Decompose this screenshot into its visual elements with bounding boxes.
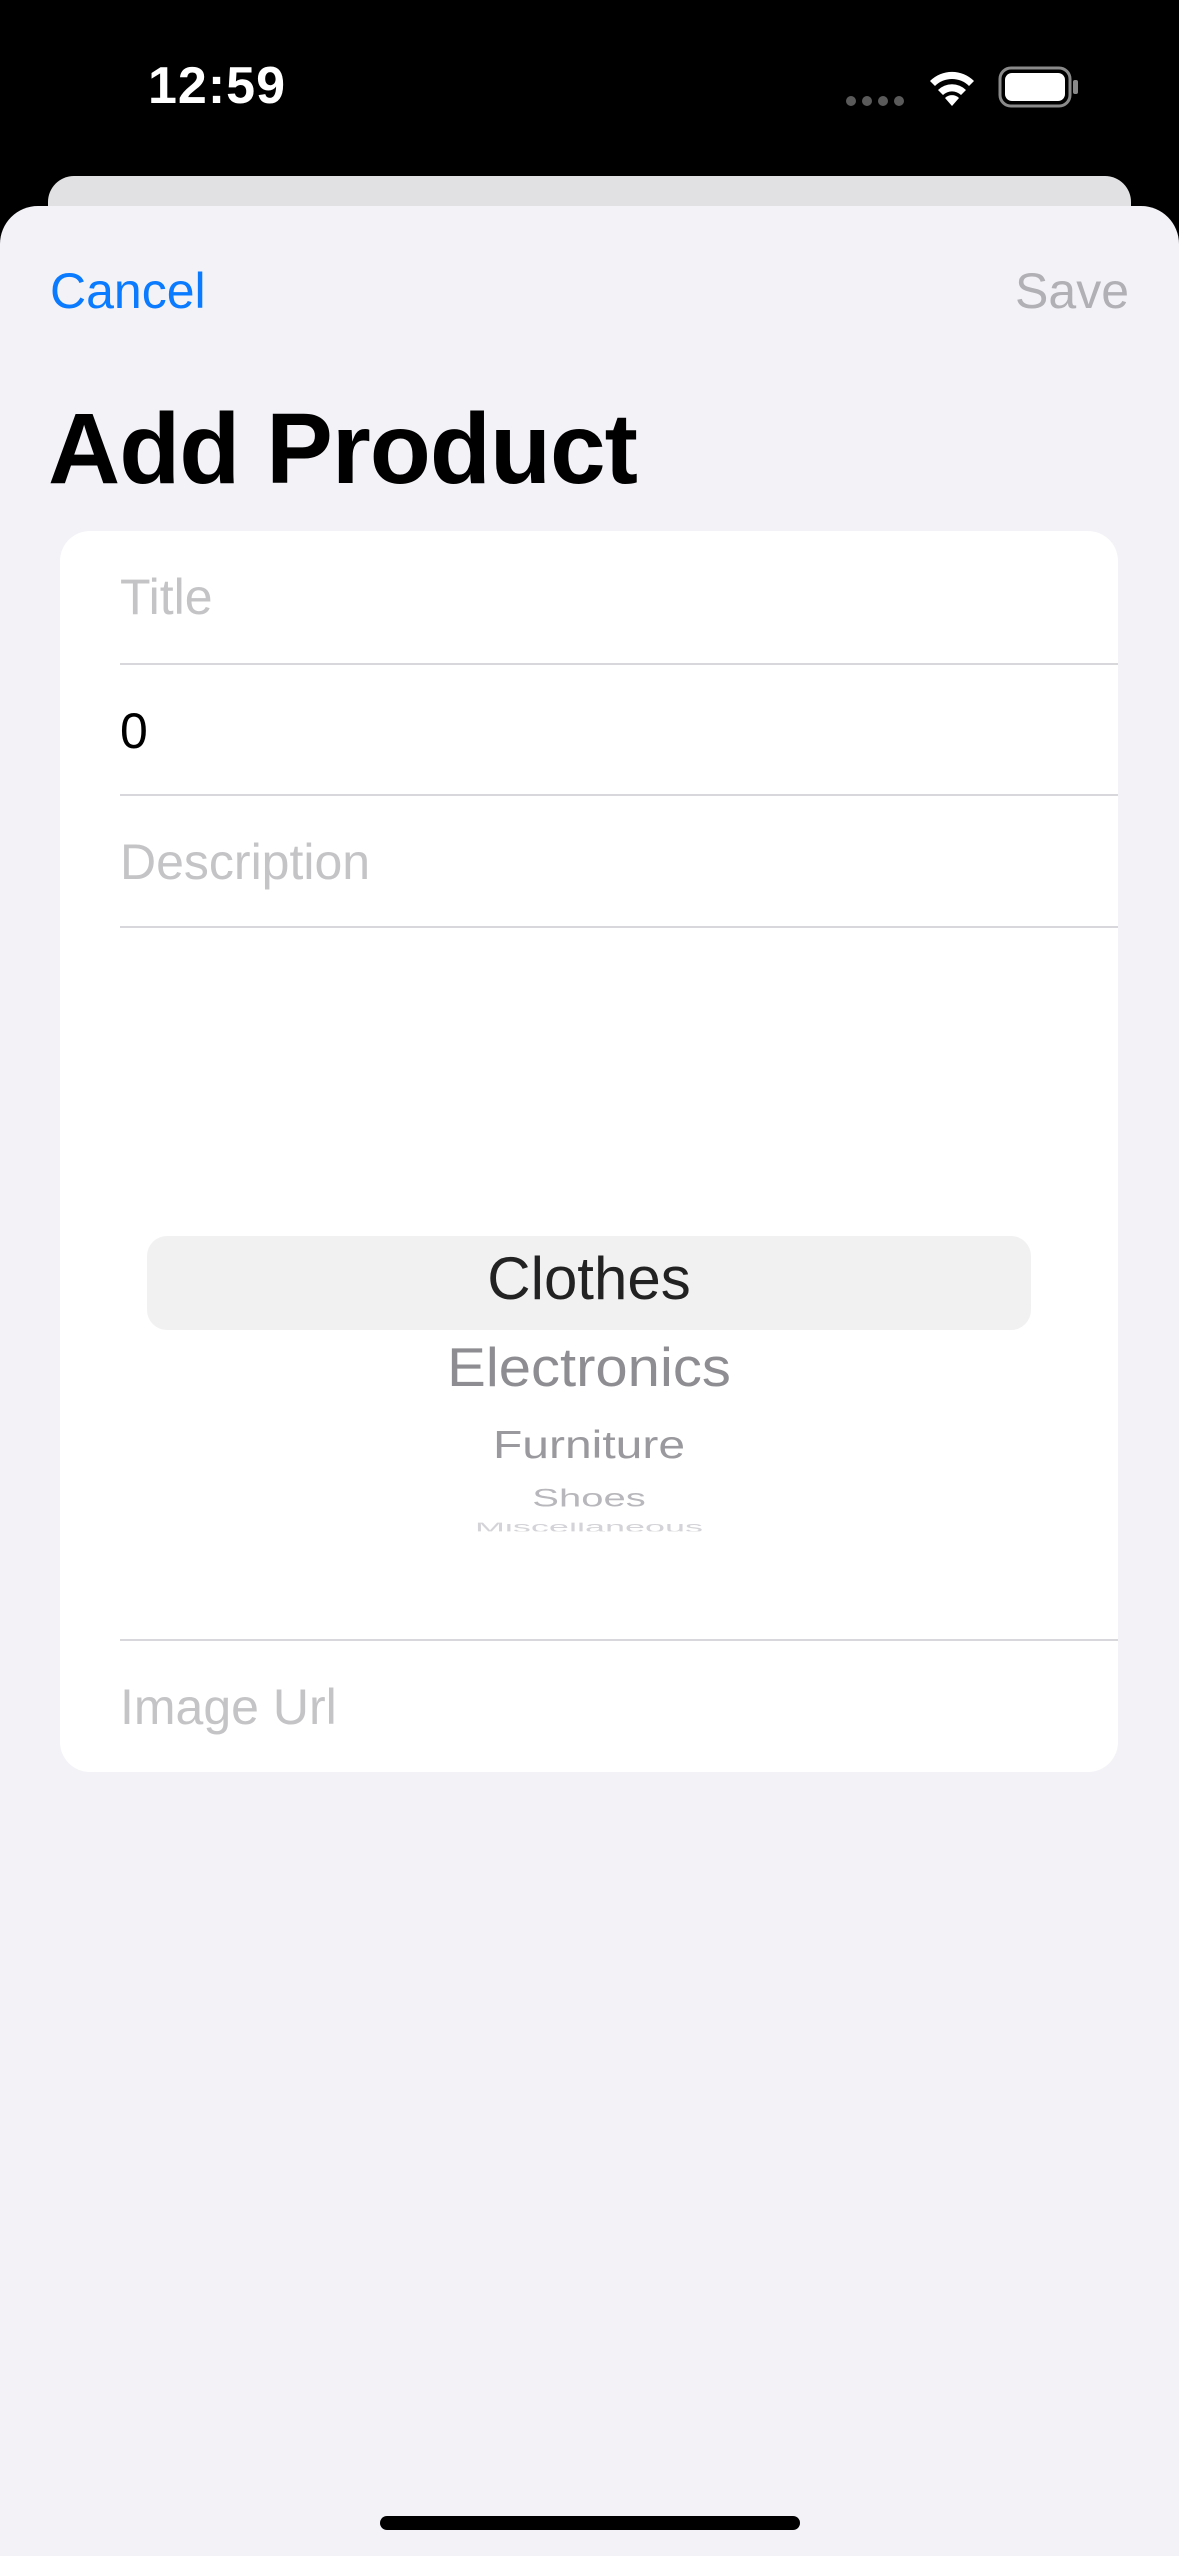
picker-option-shoes[interactable]: Shoes bbox=[60, 1485, 1118, 1513]
title-field[interactable]: Title bbox=[120, 531, 1118, 663]
image-url-placeholder: Image Url bbox=[120, 1679, 337, 1735]
save-button[interactable]: Save bbox=[1015, 262, 1129, 320]
home-indicator[interactable] bbox=[380, 2516, 800, 2530]
category-picker[interactable]: Clothes Electronics Furniture Shoes Misc… bbox=[60, 926, 1118, 1641]
description-placeholder: Description bbox=[120, 834, 371, 890]
battery-icon bbox=[998, 66, 1078, 108]
title-placeholder: Title bbox=[120, 569, 213, 625]
cancel-button[interactable]: Cancel bbox=[50, 262, 206, 320]
description-field[interactable]: Description bbox=[120, 796, 1118, 928]
picker-option-clothes[interactable]: Clothes bbox=[60, 1244, 1118, 1313]
product-form: Title 0 Description Clothes Electronics … bbox=[60, 531, 1118, 1772]
price-field[interactable]: 0 bbox=[120, 665, 1118, 797]
image-url-field[interactable]: Image Url bbox=[120, 1641, 1118, 1772]
picker-option-electronics[interactable]: Electronics bbox=[60, 1336, 1118, 1399]
page-title: Add Product bbox=[48, 393, 638, 505]
status-bar: 12:59 bbox=[0, 0, 1179, 180]
picker-option-furniture[interactable]: Furniture bbox=[60, 1423, 1118, 1468]
wifi-icon bbox=[930, 71, 974, 106]
picker-option-miscellaneous[interactable]: Miscellaneous bbox=[60, 1523, 1118, 1532]
price-value: 0 bbox=[120, 703, 148, 759]
status-time: 12:59 bbox=[148, 57, 286, 115]
signal-icon bbox=[846, 96, 904, 106]
